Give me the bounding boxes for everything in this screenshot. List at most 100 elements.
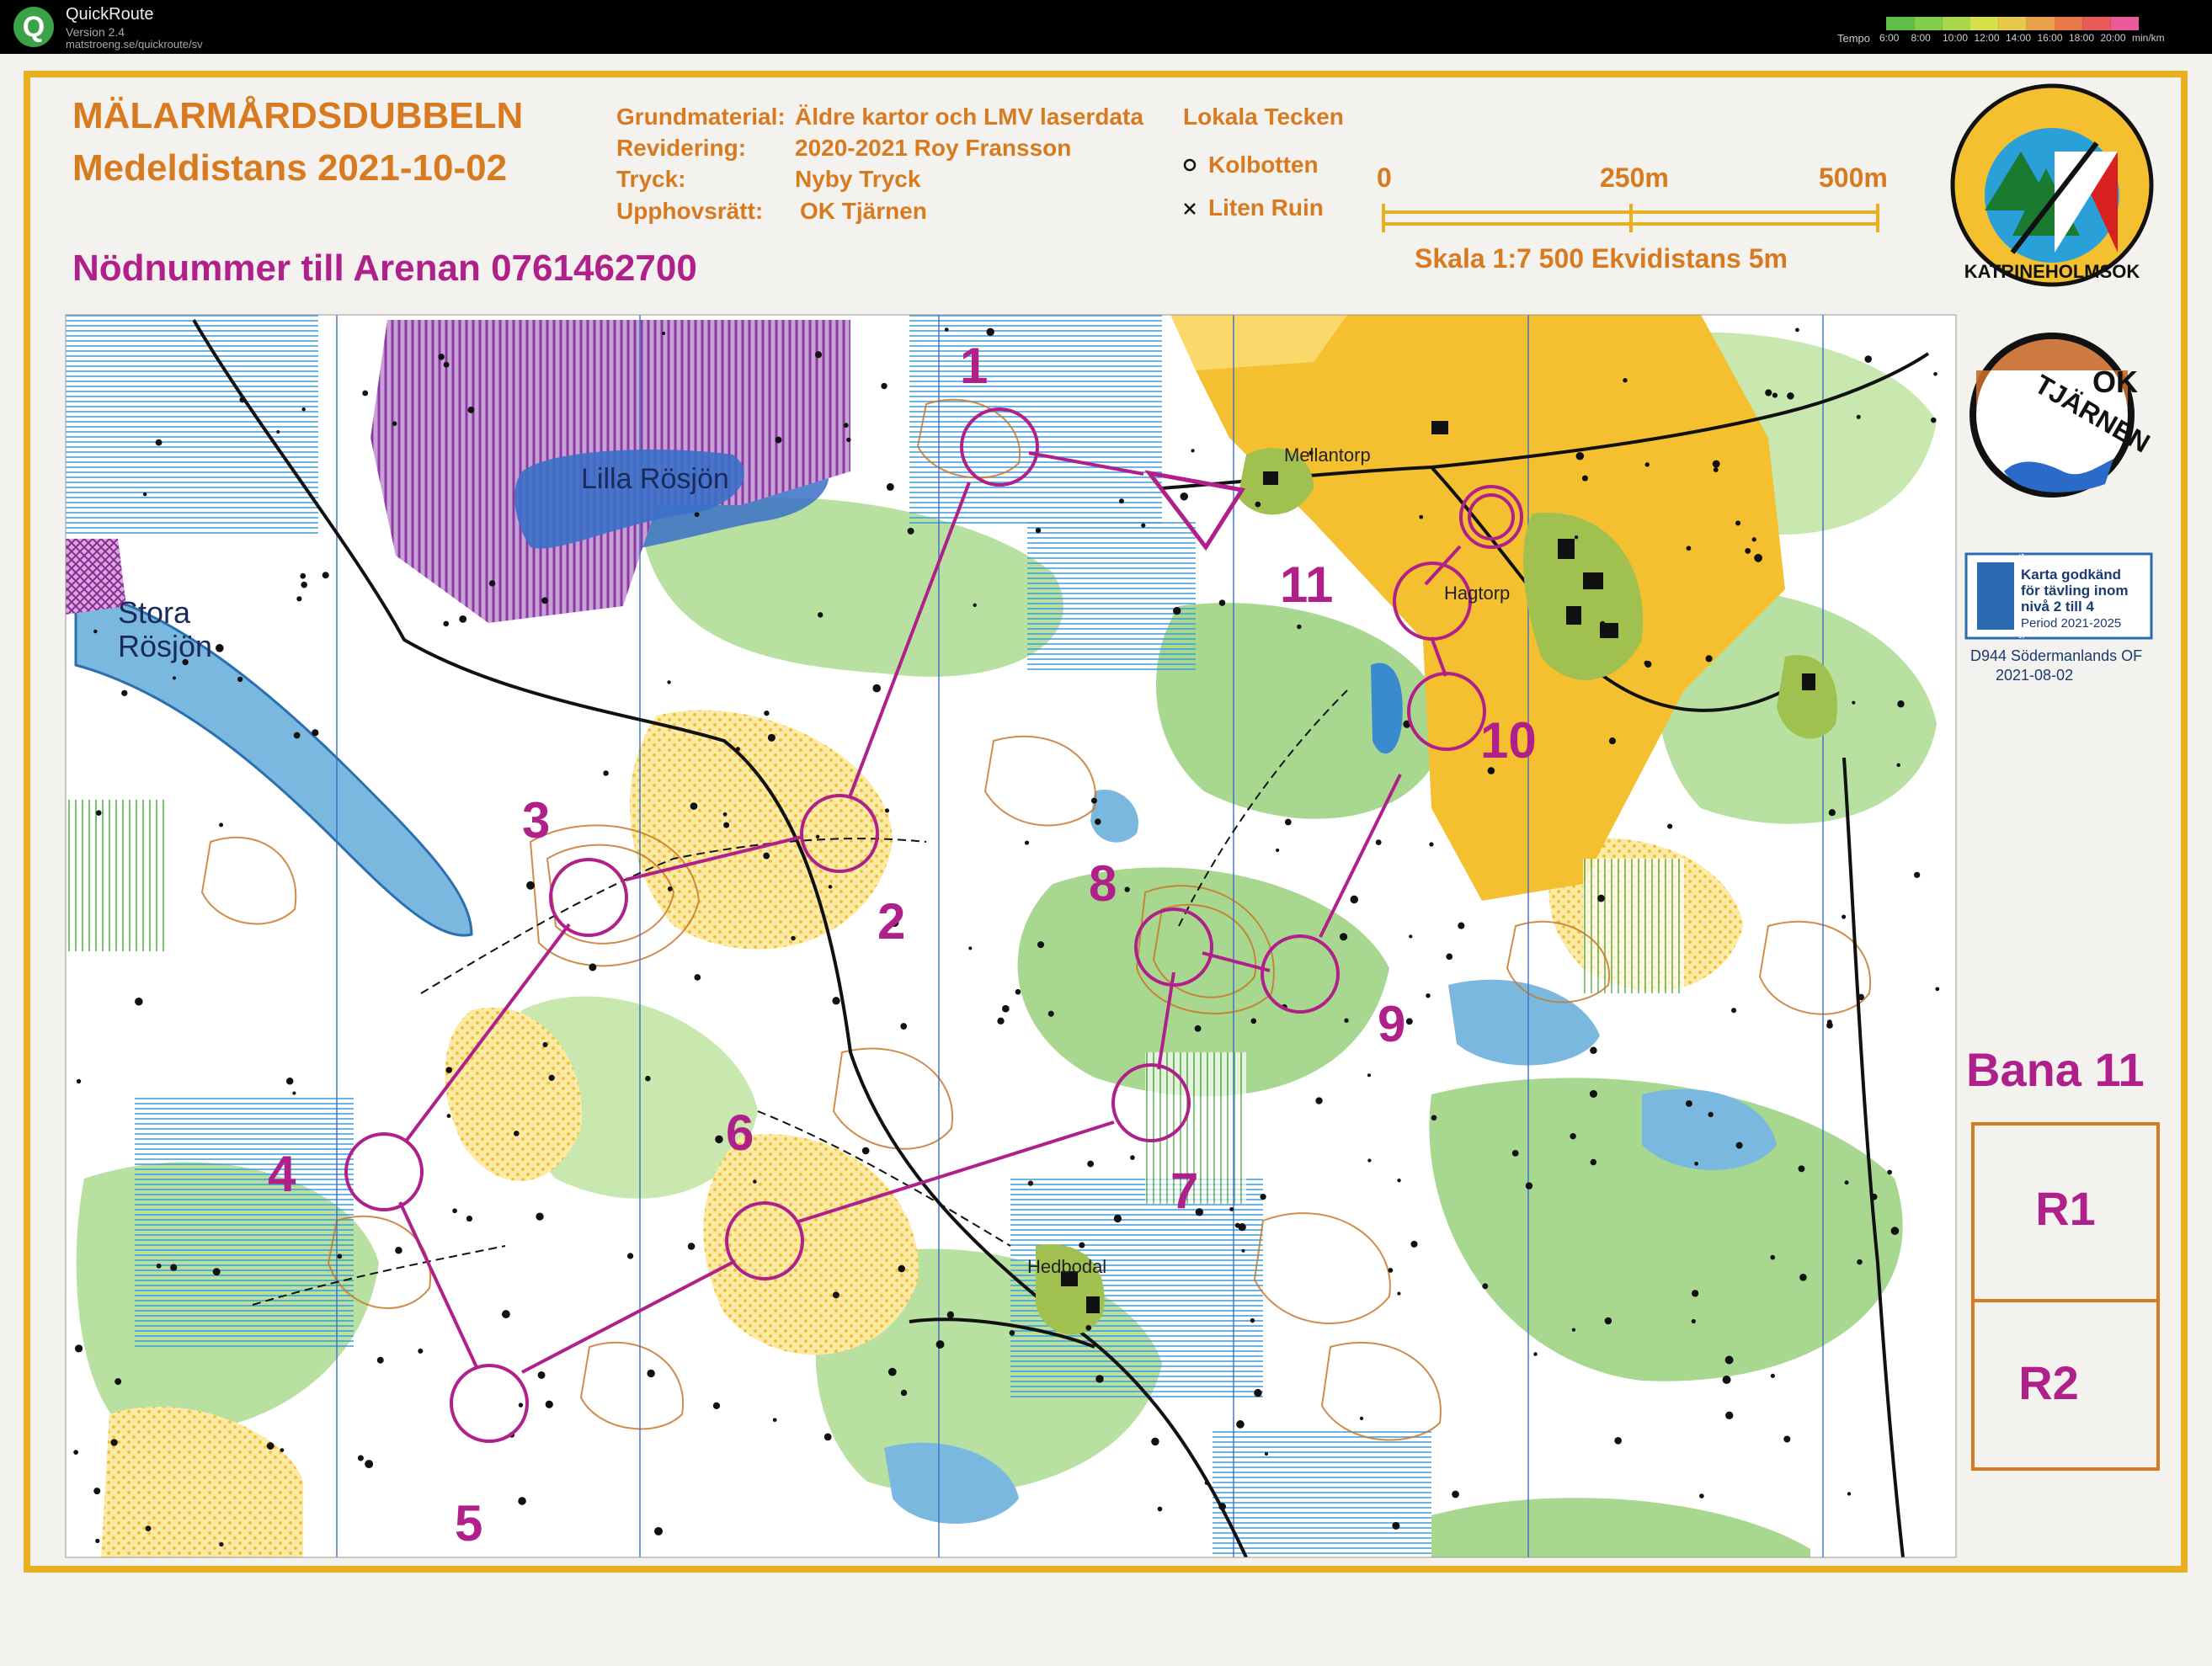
- boulder-icon: [1180, 492, 1189, 501]
- tempo-tick: min/km: [2132, 32, 2165, 44]
- tempo-swatch: [1970, 17, 1999, 30]
- boulder-icon: [1852, 700, 1856, 705]
- boulder-icon: [647, 1369, 655, 1378]
- boulder-icon: [997, 1017, 1005, 1025]
- ok-tjarnen-logo: TJÄRNEN OK: [1969, 333, 2155, 498]
- boulder-icon: [907, 527, 914, 535]
- boulder-icon: [467, 407, 475, 413]
- boulder-icon: [1426, 993, 1431, 998]
- app-url: matstroeng.se/quickroute/sv: [66, 38, 203, 51]
- box-r1: R1: [2035, 1182, 2096, 1235]
- control-8-label: 8: [1089, 855, 1117, 912]
- boulder-icon: [1856, 414, 1861, 419]
- boulder-icon: [1095, 818, 1101, 825]
- boulder-icon: [667, 680, 671, 684]
- boulder-icon: [1151, 1437, 1159, 1446]
- control-3-label: 3: [522, 792, 550, 849]
- boulder-icon: [1409, 934, 1413, 939]
- boulder-icon: [1765, 389, 1772, 397]
- sanction-line-2: för tävling inom: [2021, 583, 2129, 599]
- boulder-icon: [1713, 467, 1719, 473]
- boulder-icon: [846, 437, 851, 443]
- boulder-icon: [944, 327, 949, 332]
- place-stora: Stora: [118, 595, 191, 630]
- boulder-icon: [898, 1264, 905, 1273]
- tempo-swatch: [2055, 17, 2083, 30]
- boulder-icon: [815, 834, 820, 839]
- boulder-icon: [1842, 914, 1847, 919]
- tempo-tick: 20:00: [2100, 32, 2126, 44]
- boulder-icon: [1367, 1158, 1372, 1163]
- place-hagtorp: Hagtorp: [1444, 583, 1510, 604]
- tempo-tick: 10:00: [1943, 32, 1969, 44]
- boulder-icon: [1250, 1317, 1255, 1323]
- boulder-icon: [1644, 462, 1650, 467]
- boulder-icon: [1350, 895, 1359, 904]
- boulder-icon: [392, 421, 397, 427]
- boulder-icon: [884, 808, 890, 813]
- boulder-icon: [518, 1403, 524, 1408]
- tempo-ticks: 6:00 8:00 10:00 12:00 14:00 16:00 18:00 20:00 mi…: [1879, 32, 2206, 45]
- boulder-icon: [537, 1371, 546, 1379]
- boulder-icon: [1130, 1155, 1135, 1160]
- boulder-icon: [1452, 1490, 1459, 1498]
- boulder-icon: [1218, 599, 1226, 606]
- control-7-label: 7: [1170, 1163, 1198, 1219]
- boulder-icon: [1194, 1025, 1202, 1032]
- boulder-icon: [1725, 1411, 1734, 1419]
- boulder-icon: [589, 963, 597, 971]
- boulder-icon: [285, 1078, 294, 1085]
- boulder-icon: [513, 1131, 520, 1136]
- boulder-icon: [301, 581, 308, 588]
- boulder-icon: [545, 1400, 553, 1408]
- box-r2: R2: [2018, 1356, 2079, 1409]
- boulder-icon: [276, 429, 280, 434]
- boulder-icon: [1255, 501, 1261, 508]
- boulder-icon: [445, 1067, 452, 1073]
- boulder-icon: [887, 1367, 897, 1376]
- boulder-icon: [1644, 660, 1652, 668]
- place-rosjon: Rösjön: [118, 629, 212, 663]
- boulder-icon: [1754, 553, 1763, 562]
- boulder-icon: [170, 1264, 178, 1271]
- boulder-icon: [1276, 848, 1280, 853]
- event-title: MÄLARMÅRDSDUBBELN: [72, 95, 523, 136]
- boulder-icon: [1446, 953, 1453, 961]
- boulder-icon: [293, 732, 301, 739]
- app-version: Version 2.4: [66, 25, 125, 39]
- boulder-icon: [1204, 1480, 1209, 1485]
- boulder-icon: [156, 1263, 162, 1269]
- boulder-icon: [1419, 514, 1424, 519]
- emergency-number: Nödnummer till Arenan 0761462700: [72, 248, 697, 289]
- boulder-icon: [1694, 1161, 1698, 1166]
- cross-symbol-icon: [1184, 203, 1196, 215]
- info-label-1: Revidering:: [616, 135, 746, 161]
- boulder-icon: [1141, 523, 1146, 528]
- info-value-1: 2020-2021 Roy Fransson: [795, 135, 1071, 161]
- boulder-icon: [1405, 1018, 1413, 1025]
- boulder-icon: [1397, 1179, 1401, 1183]
- boulder-icon: [365, 1460, 374, 1469]
- tempo-swatch: [1998, 17, 2027, 30]
- scale-text: Skala 1:7 500 Ekvidistans 5m: [1415, 243, 1788, 274]
- boulder-icon: [715, 1135, 723, 1144]
- boulder-icon: [1735, 1142, 1743, 1149]
- control-4-label: 4: [268, 1146, 296, 1202]
- boulder-icon: [1614, 1437, 1622, 1445]
- orienteering-map[interactable]: 1 2 3 4 5 6 7 8 9 10 11 Lilla Rösjön Sto…: [0, 54, 2212, 1666]
- boulder-icon: [96, 810, 102, 816]
- boulder-icon: [1913, 871, 1921, 878]
- sanction-line-3: nivå 2 till 4: [2021, 599, 2094, 615]
- boulder-icon: [1691, 1318, 1696, 1324]
- boulder-icon: [1085, 1324, 1092, 1331]
- boulder-icon: [541, 597, 548, 604]
- scale-tick-250: 250m: [1600, 162, 1669, 193]
- boulder-icon: [1828, 809, 1836, 817]
- boulder-icon: [1844, 1180, 1849, 1185]
- boulder-icon: [155, 439, 163, 446]
- boulder-icon: [1024, 840, 1030, 845]
- boulder-icon: [1795, 327, 1799, 333]
- boulder-icon: [814, 351, 823, 359]
- tempo-tick: 12:00: [1974, 32, 2000, 44]
- boulder-icon: [723, 822, 730, 828]
